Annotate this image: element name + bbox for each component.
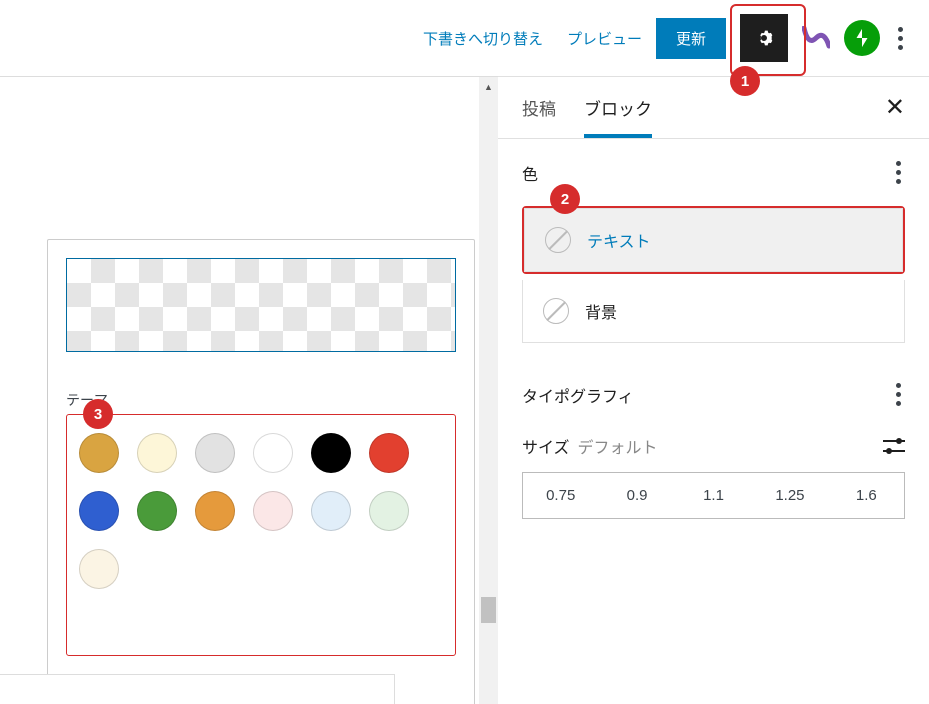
editor-top-bar: 下書きへ切り替え プレビュー 更新 1 — [0, 0, 929, 76]
swatch[interactable] — [369, 491, 409, 531]
preset-size[interactable]: 0.75 — [523, 473, 598, 518]
typography-section-options[interactable] — [892, 379, 905, 410]
typography-section: タイポグラフィ サイズ デフォルト 0.75 0.9 1.1 1.25 1.6 — [498, 355, 929, 531]
preview-link[interactable]: プレビュー — [567, 28, 642, 49]
jetpack-bolt-icon — [851, 27, 873, 49]
settings-button[interactable] — [740, 14, 788, 62]
swatch[interactable] — [311, 433, 351, 473]
swatch[interactable] — [253, 433, 293, 473]
swatch[interactable] — [137, 491, 177, 531]
swatch[interactable] — [195, 491, 235, 531]
editor-canvas: ▲ テーマ 3 — [0, 76, 498, 704]
color-heading: 色 — [522, 161, 538, 185]
no-color-icon — [545, 227, 571, 253]
settings-sidebar: 投稿 ブロック ✕ 色 2 テキスト 背景 — [498, 76, 929, 704]
tab-post[interactable]: 投稿 — [522, 77, 556, 138]
canvas-bottom-rule — [0, 674, 395, 704]
preset-size[interactable]: 1.1 — [675, 473, 751, 518]
color-section-header: 色 — [522, 157, 905, 188]
scrollbar-vertical[interactable]: ▲ — [479, 77, 498, 704]
woo-icon — [802, 26, 830, 50]
publish-button[interactable]: 更新 — [656, 18, 726, 59]
annotation-badge-3: 3 — [83, 399, 113, 429]
color-picker-popover: テーマ 3 — [47, 239, 475, 704]
slider-toggle-icon[interactable] — [883, 437, 905, 455]
color-section-options[interactable] — [892, 157, 905, 188]
more-options-button[interactable] — [894, 23, 907, 54]
swatch-row-3 — [79, 549, 443, 589]
swatch-grid: 3 — [66, 414, 456, 656]
theme-swatch-label: テーマ — [66, 390, 456, 410]
swatch-row-1 — [79, 433, 443, 473]
preset-size[interactable]: 1.6 — [828, 473, 904, 518]
size-default: デフォルト — [578, 434, 658, 458]
font-size-row: サイズ デフォルト — [522, 434, 905, 458]
swatch[interactable] — [253, 491, 293, 531]
text-color-row[interactable]: テキスト — [524, 208, 903, 272]
typography-section-header: タイポグラフィ — [522, 379, 905, 410]
swatch[interactable] — [79, 549, 119, 589]
swatch[interactable] — [79, 433, 119, 473]
size-label: サイズ — [522, 434, 570, 458]
gear-icon — [752, 26, 776, 50]
no-color-icon — [543, 298, 569, 324]
font-size-presets: 0.75 0.9 1.1 1.25 1.6 — [522, 472, 905, 519]
background-color-label: 背景 — [585, 299, 617, 323]
text-color-label: テキスト — [587, 228, 651, 252]
tab-block[interactable]: ブロック — [584, 77, 652, 138]
background-color-row[interactable]: 背景 — [522, 280, 905, 343]
swatch[interactable] — [311, 491, 351, 531]
jetpack-icon[interactable] — [844, 20, 880, 56]
switch-to-draft-link[interactable]: 下書きへ切り替え — [423, 28, 543, 49]
swatch[interactable] — [137, 433, 177, 473]
annotation-badge-2: 2 — [550, 184, 580, 214]
sidebar-tabs: 投稿 ブロック ✕ — [498, 77, 929, 139]
typography-heading: タイポグラフィ — [522, 383, 634, 407]
editor-body: ▲ テーマ 3 — [0, 76, 929, 704]
swatch[interactable] — [79, 491, 119, 531]
annotation-outline-2: テキスト — [522, 206, 905, 274]
text-color-row-wrapper: 2 テキスト — [522, 206, 905, 274]
swatch[interactable] — [195, 433, 235, 473]
swatch[interactable] — [369, 433, 409, 473]
color-section: 色 2 テキスト 背景 — [498, 139, 929, 355]
preset-size[interactable]: 0.9 — [598, 473, 674, 518]
color-preview-transparent[interactable] — [66, 258, 456, 352]
transparency-checker-icon — [67, 259, 455, 351]
close-sidebar-button[interactable]: ✕ — [885, 93, 905, 122]
settings-button-wrapper: 1 — [740, 14, 788, 62]
preset-size[interactable]: 1.25 — [751, 473, 827, 518]
swatch-row-2 — [79, 491, 443, 531]
scroll-up-arrow-icon[interactable]: ▲ — [479, 77, 498, 96]
scroll-thumb[interactable] — [481, 597, 496, 623]
